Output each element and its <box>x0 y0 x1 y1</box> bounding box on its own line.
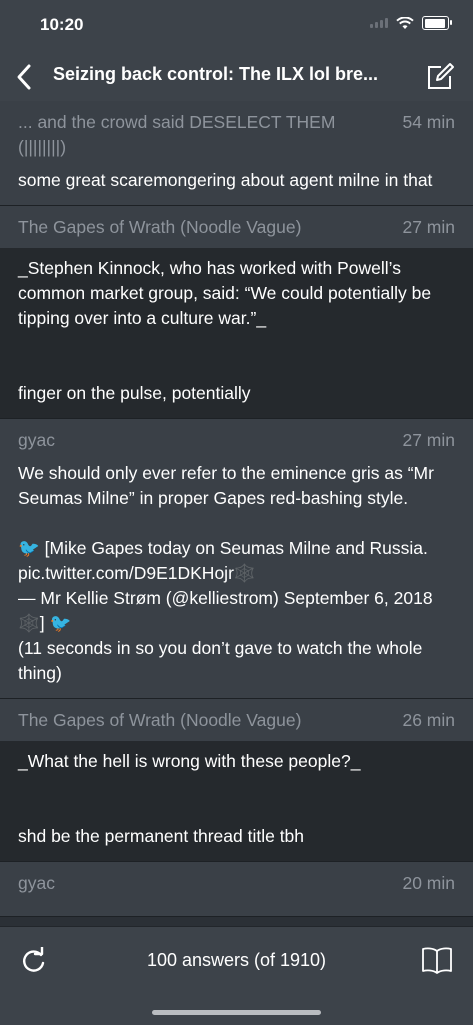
post-body: some great scaremongering about agent mi… <box>18 170 433 190</box>
post-header: ... and the crowd said DESELECT THEM (||… <box>0 101 473 160</box>
wifi-icon <box>396 16 414 29</box>
battery-icon <box>422 16 452 30</box>
post-body: We should only ever refer to the eminenc… <box>18 463 434 683</box>
post-body <box>0 896 473 916</box>
post-item[interactable]: gyac 20 min <box>0 862 473 917</box>
post-time: 54 min <box>402 112 455 132</box>
post-author: The Gapes of Wrath (Noodle Vague) <box>18 217 302 237</box>
post-item[interactable]: The Gapes of Wrath (Noodle Vague) 27 min… <box>0 206 473 419</box>
post-author: ... and the crowd said DESELECT THEM (||… <box>18 112 336 157</box>
post-item[interactable]: ... and the crowd said DESELECT THEM (||… <box>0 101 473 206</box>
post-author: gyac <box>18 430 55 450</box>
answers-count: 100 answers (of 1910) <box>146 950 327 970</box>
status-time: 10:20 <box>40 15 84 34</box>
post-author: gyac <box>18 873 55 893</box>
post-header: gyac 27 min <box>0 419 473 453</box>
post-item[interactable]: The Gapes of Wrath (Noodle Vague) 26 min… <box>0 699 473 862</box>
post-author: The Gapes of Wrath (Noodle Vague) <box>18 710 302 730</box>
post-header: The Gapes of Wrath (Noodle Vague) 26 min <box>0 699 473 741</box>
navigation-bar: Seizing back control: The ILX lol bre... <box>0 50 473 102</box>
post-time: 26 min <box>402 710 455 730</box>
post-time: 27 min <box>402 430 455 450</box>
posts-list[interactable]: ... and the crowd said DESELECT THEM (||… <box>0 101 473 926</box>
post-time: 27 min <box>402 217 455 237</box>
post-item[interactable]: gyac 27 min We should only ever refer to… <box>0 419 473 699</box>
post-time: 20 min <box>402 873 455 893</box>
book-icon[interactable] <box>421 945 453 975</box>
post-body: _Stephen Kinnock, who has worked with Po… <box>18 258 432 403</box>
post-body: _What the hell is wrong with these peopl… <box>18 751 361 846</box>
thread-title: Seizing back control: The ILX lol bre... <box>53 64 379 84</box>
home-indicator <box>152 1010 321 1015</box>
back-chevron-icon[interactable] <box>8 60 42 94</box>
status-bar: 10:20 <box>0 0 473 50</box>
status-icons <box>370 16 452 30</box>
post-header: gyac 20 min <box>0 862 473 896</box>
signal-icon <box>370 18 388 28</box>
bottom-toolbar: 100 answers (of 1910) <box>0 926 473 1025</box>
compose-icon[interactable] <box>425 62 455 92</box>
post-header: The Gapes of Wrath (Noodle Vague) 27 min <box>0 206 473 248</box>
